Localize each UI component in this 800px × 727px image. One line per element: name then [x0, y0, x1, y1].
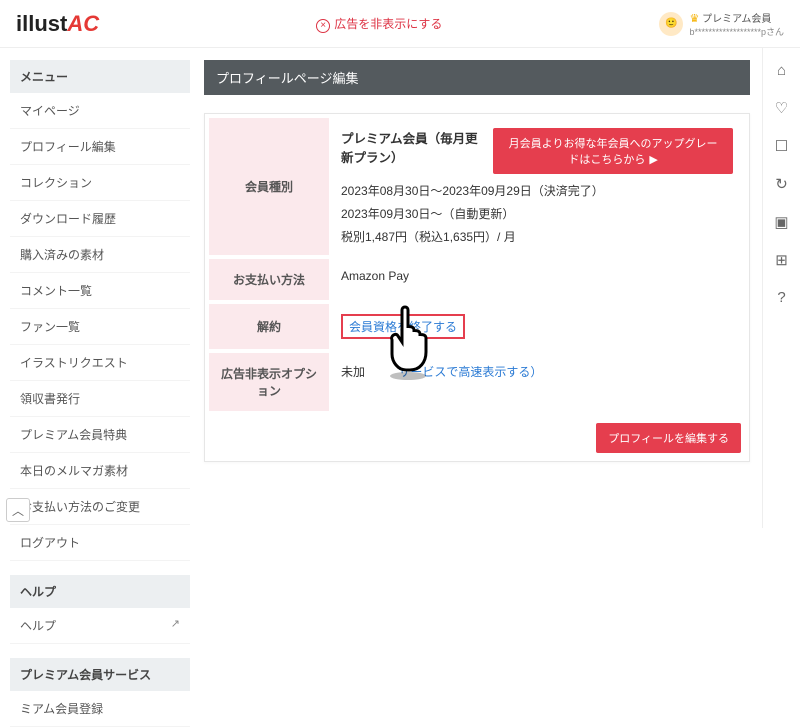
sidebar-item-payment-change[interactable]: お支払い方法のご変更 [10, 489, 190, 525]
sidebar-item-label: イラストリクエスト [20, 354, 128, 371]
sidebar-header-help: ヘルプ [10, 575, 190, 608]
external-link-icon: ↗ [171, 617, 180, 634]
plan-price: 税別1,487円（税込1,635円）/ 月 [341, 228, 733, 245]
sidebar-header-premium-service: プレミアム会員サービス [10, 658, 190, 691]
sidebar-item-download-history[interactable]: ダウンロード履歴 [10, 201, 190, 237]
sidebar: メニュー マイページ プロフィール編集 コレクション ダウンロード履歴 購入済み… [0, 48, 200, 528]
avatar: 🙂 [659, 12, 683, 36]
sidebar-item-profile-edit[interactable]: プロフィール編集 [10, 129, 190, 165]
sidebar-item-label: コレクション [20, 174, 92, 191]
terminate-membership-link[interactable]: 会員資格を終了する [349, 320, 457, 334]
close-icon: × [316, 19, 330, 33]
terminate-membership-highlight: 会員資格を終了する [341, 314, 465, 339]
sidebar-item-label: ダウンロード履歴 [20, 210, 116, 227]
folder-plus-icon[interactable]: ⊞ [775, 251, 788, 269]
row-header-ads-option: 広告非表示オプション [209, 351, 329, 413]
sidebar-item-label: 本日のメルマガ素材 [20, 462, 128, 479]
sidebar-item-label: プロフィール編集 [20, 138, 116, 155]
sidebar-item-mailmag[interactable]: 本日のメルマガ素材 [10, 453, 190, 489]
sidebar-item-label: マイページ [20, 102, 80, 119]
sidebar-item-help[interactable]: ヘルプ ↗ [10, 608, 190, 644]
crown-icon: ♛ [689, 13, 699, 25]
hide-ads-label: 広告を非表示にする [334, 17, 442, 31]
help-icon[interactable]: ? [777, 289, 785, 306]
sidebar-item-label: お支払い方法のご変更 [20, 498, 140, 515]
row-header-cancel: 解約 [209, 302, 329, 351]
logo-ac: AC [67, 11, 99, 36]
history-icon[interactable]: ↻ [775, 175, 788, 193]
sidebar-item-logout[interactable]: ログアウト [10, 525, 190, 561]
sidebar-item-label: ミアム会員登録 [20, 700, 103, 717]
plan-period: 2023年08月30日～2023年09月29日（決済完了） [341, 182, 733, 199]
sidebar-item-fans[interactable]: ファン一覧 [10, 309, 190, 345]
logo-text: illust [16, 11, 67, 36]
row-header-payment: お支払い方法 [209, 257, 329, 302]
sidebar-item-label: ファン一覧 [20, 318, 80, 335]
ads-fast-display-link[interactable]: サービスで高速表示する） [398, 365, 542, 379]
user-name-masked: b*******************pさん [689, 25, 784, 38]
upgrade-button-label: 月会員よりお得な年会員へのアップグレードはこちらから [509, 138, 718, 166]
right-icon-bar: ⌂ ♡ ☐ ↻ ▣ ⊞ ? [762, 48, 800, 528]
profile-card: 会員種別 プレミアム会員（毎月更新プラン） 月会員よりお得な年会員へのアップグレ… [204, 113, 750, 462]
sidebar-item-label: 領収書発行 [20, 390, 80, 407]
sidebar-item-label: コメント一覧 [20, 282, 92, 299]
edit-profile-label: プロフィールを編集する [608, 433, 729, 445]
sidebar-item-illust-request[interactable]: イラストリクエスト [10, 345, 190, 381]
collapse-chevron-icon[interactable]: ︿ [6, 498, 30, 522]
sidebar-item-label: プレミアム会員特典 [20, 426, 127, 443]
hide-ads-link[interactable]: × 広告を非表示にする [99, 15, 659, 33]
sidebar-item-label: 購入済みの素材 [20, 246, 104, 263]
edit-profile-button[interactable]: プロフィールを編集する [596, 423, 741, 453]
upgrade-annual-button[interactable]: 月会員よりお得な年会員へのアップグレードはこちらから▶ [493, 128, 733, 174]
main-content: プロフィールページ編集 会員種別 プレミアム会員（毎月更新プラン） 月会員よりお… [200, 48, 762, 528]
ads-status-prefix: 未加 [341, 365, 365, 379]
page-title: プロフィールページ編集 [204, 60, 750, 95]
top-bar: illustAC × 広告を非表示にする 🙂 ♛ プレミアム会員 b*******… [0, 0, 800, 48]
bookmark-icon[interactable]: ☐ [775, 137, 788, 155]
home-icon[interactable]: ⌂ [777, 62, 786, 79]
sidebar-header-menu: メニュー [10, 60, 190, 93]
plan-renew: 2023年09月30日～（自動更新） [341, 205, 733, 222]
sidebar-item-purchased[interactable]: 購入済みの素材 [10, 237, 190, 273]
plan-name: プレミアム会員（毎月更新プラン） [341, 128, 485, 166]
chevron-right-icon: ▶ [649, 154, 657, 166]
sidebar-item-label: ログアウト [20, 534, 80, 551]
site-logo[interactable]: illustAC [16, 11, 99, 37]
sidebar-item-premium-register[interactable]: ミアム会員登録 [10, 691, 190, 727]
row-header-member-type: 会員種別 [209, 118, 329, 257]
sidebar-item-label: ヘルプ [20, 617, 56, 634]
premium-badge: プレミアム会員 [702, 14, 771, 25]
folder-icon[interactable]: ▣ [774, 213, 788, 231]
sidebar-item-mypage[interactable]: マイページ [10, 93, 190, 129]
user-account-box[interactable]: 🙂 ♛ プレミアム会員 b*******************pさん [659, 10, 784, 38]
sidebar-item-premium-benefits[interactable]: プレミアム会員特典 [10, 417, 190, 453]
heart-icon[interactable]: ♡ [775, 99, 788, 117]
payment-method-value: Amazon Pay [329, 257, 745, 302]
sidebar-item-collection[interactable]: コレクション [10, 165, 190, 201]
sidebar-item-comments[interactable]: コメント一覧 [10, 273, 190, 309]
sidebar-item-receipt[interactable]: 領収書発行 [10, 381, 190, 417]
